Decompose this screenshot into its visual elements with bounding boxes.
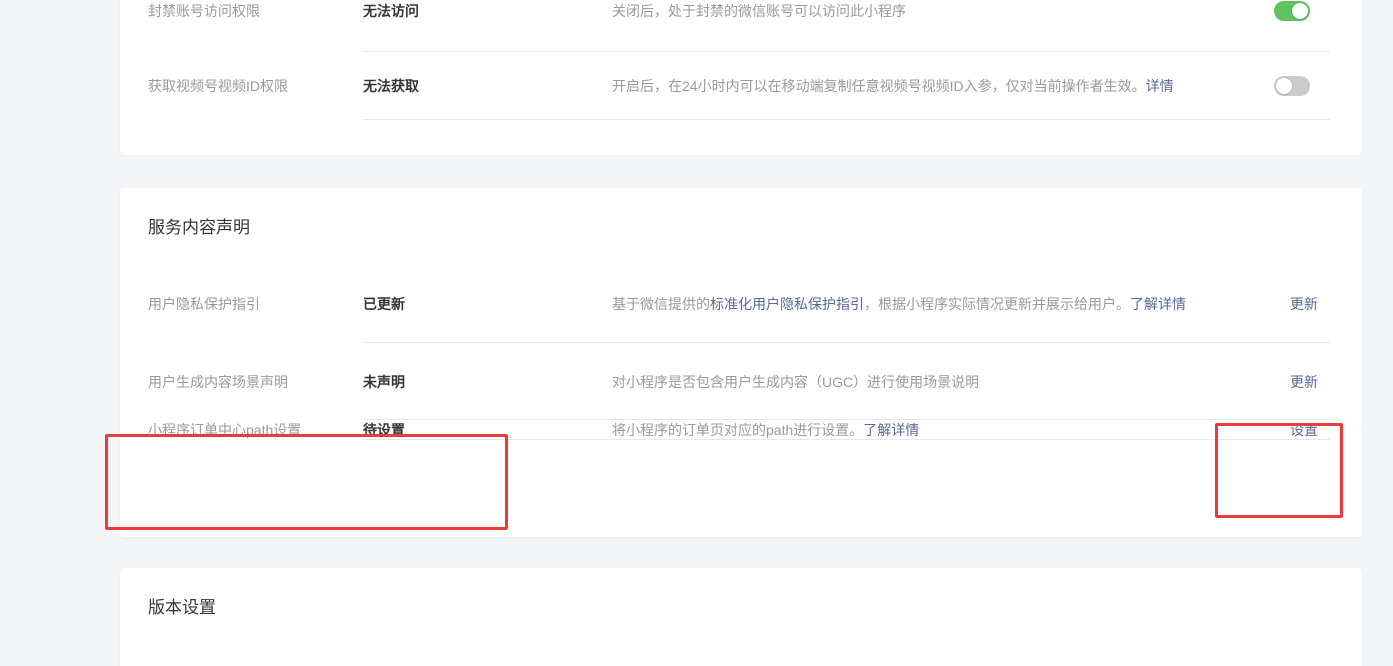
description-text: 基于微信提供的	[612, 296, 710, 312]
permission-description: 关闭后，处于封禁的微信账号可以访问此小程序	[612, 1, 1262, 21]
service-status: 已更新	[363, 294, 612, 314]
card-title: 服务内容声明	[120, 188, 1362, 240]
permission-row-video-id: 获取视频号视频ID权限 无法获取 开启后，在24小时内可以在移动端复制任意视频号…	[120, 52, 1362, 120]
service-status: 未声明	[363, 372, 612, 392]
service-action-cell: 设置	[1262, 420, 1362, 440]
service-row-order-path: 小程序订单中心path设置 待设置 将小程序的订单页对应的path进行设置。了解…	[120, 420, 1362, 440]
permission-status: 无法获取	[363, 76, 612, 96]
service-description: 基于微信提供的标准化用户隐私保护指引，根据小程序实际情况更新并展示给用户。了解详…	[612, 294, 1262, 314]
learn-more-link[interactable]: 了解详情	[863, 422, 919, 438]
service-label: 用户隐私保护指引	[120, 294, 363, 314]
permission-action-cell	[1262, 1, 1362, 21]
card-title: 版本设置	[120, 568, 1362, 620]
video-id-toggle[interactable]	[1274, 76, 1310, 96]
ban-access-toggle[interactable]	[1274, 1, 1310, 21]
service-label: 小程序订单中心path设置	[120, 420, 363, 440]
version-settings-card: 版本设置	[120, 568, 1362, 666]
permission-row-ban-access: 封禁账号访问权限 无法访问 关闭后，处于封禁的微信账号可以访问此小程序	[120, 0, 1362, 52]
service-description: 将小程序的订单页对应的path进行设置。了解详情	[612, 420, 1262, 440]
permission-status: 无法访问	[363, 1, 612, 21]
permissions-card: 封禁账号访问权限 无法访问 关闭后，处于封禁的微信账号可以访问此小程序 获取视频…	[120, 0, 1362, 155]
service-status: 待设置	[363, 420, 612, 440]
permission-action-cell	[1262, 76, 1362, 96]
description-text: ，根据小程序实际情况更新并展示给用户。	[864, 296, 1130, 312]
service-row-ugc: 用户生成内容场景声明 未声明 对小程序是否包含用户生成内容（UGC）进行使用场景…	[120, 343, 1362, 420]
permission-label: 封禁账号访问权限	[120, 1, 363, 21]
service-description: 对小程序是否包含用户生成内容（UGC）进行使用场景说明	[612, 372, 1262, 392]
description-text: 将小程序的订单页对应的path进行设置。	[612, 422, 863, 438]
update-ugc-button[interactable]: 更新	[1290, 372, 1318, 392]
service-row-privacy: 用户隐私保护指引 已更新 基于微信提供的标准化用户隐私保护指引，根据小程序实际情…	[120, 265, 1362, 343]
description-text: 对小程序是否包含用户生成内容（UGC）进行使用场景说明	[612, 374, 979, 390]
toggle-knob	[1292, 3, 1308, 19]
service-action-cell: 更新	[1262, 372, 1362, 392]
permission-description: 开启后，在24小时内可以在移动端复制任意视频号视频ID入参，仅对当前操作者生效。…	[612, 76, 1262, 96]
description-text: 开启后，在24小时内可以在移动端复制任意视频号视频ID入参，仅对当前操作者生效。	[612, 78, 1146, 94]
set-order-path-button[interactable]: 设置	[1290, 420, 1318, 440]
learn-more-link[interactable]: 了解详情	[1130, 296, 1186, 312]
permission-label: 获取视频号视频ID权限	[120, 76, 363, 96]
service-declaration-card: 服务内容声明 用户隐私保护指引 已更新 基于微信提供的标准化用户隐私保护指引，根…	[120, 188, 1362, 537]
privacy-guideline-link[interactable]: 标准化用户隐私保护指引	[710, 296, 864, 312]
detail-link[interactable]: 详情	[1146, 78, 1174, 94]
update-privacy-button[interactable]: 更新	[1290, 294, 1318, 314]
service-action-cell: 更新	[1262, 294, 1362, 314]
service-label: 用户生成内容场景声明	[120, 372, 363, 392]
toggle-knob	[1276, 78, 1292, 94]
